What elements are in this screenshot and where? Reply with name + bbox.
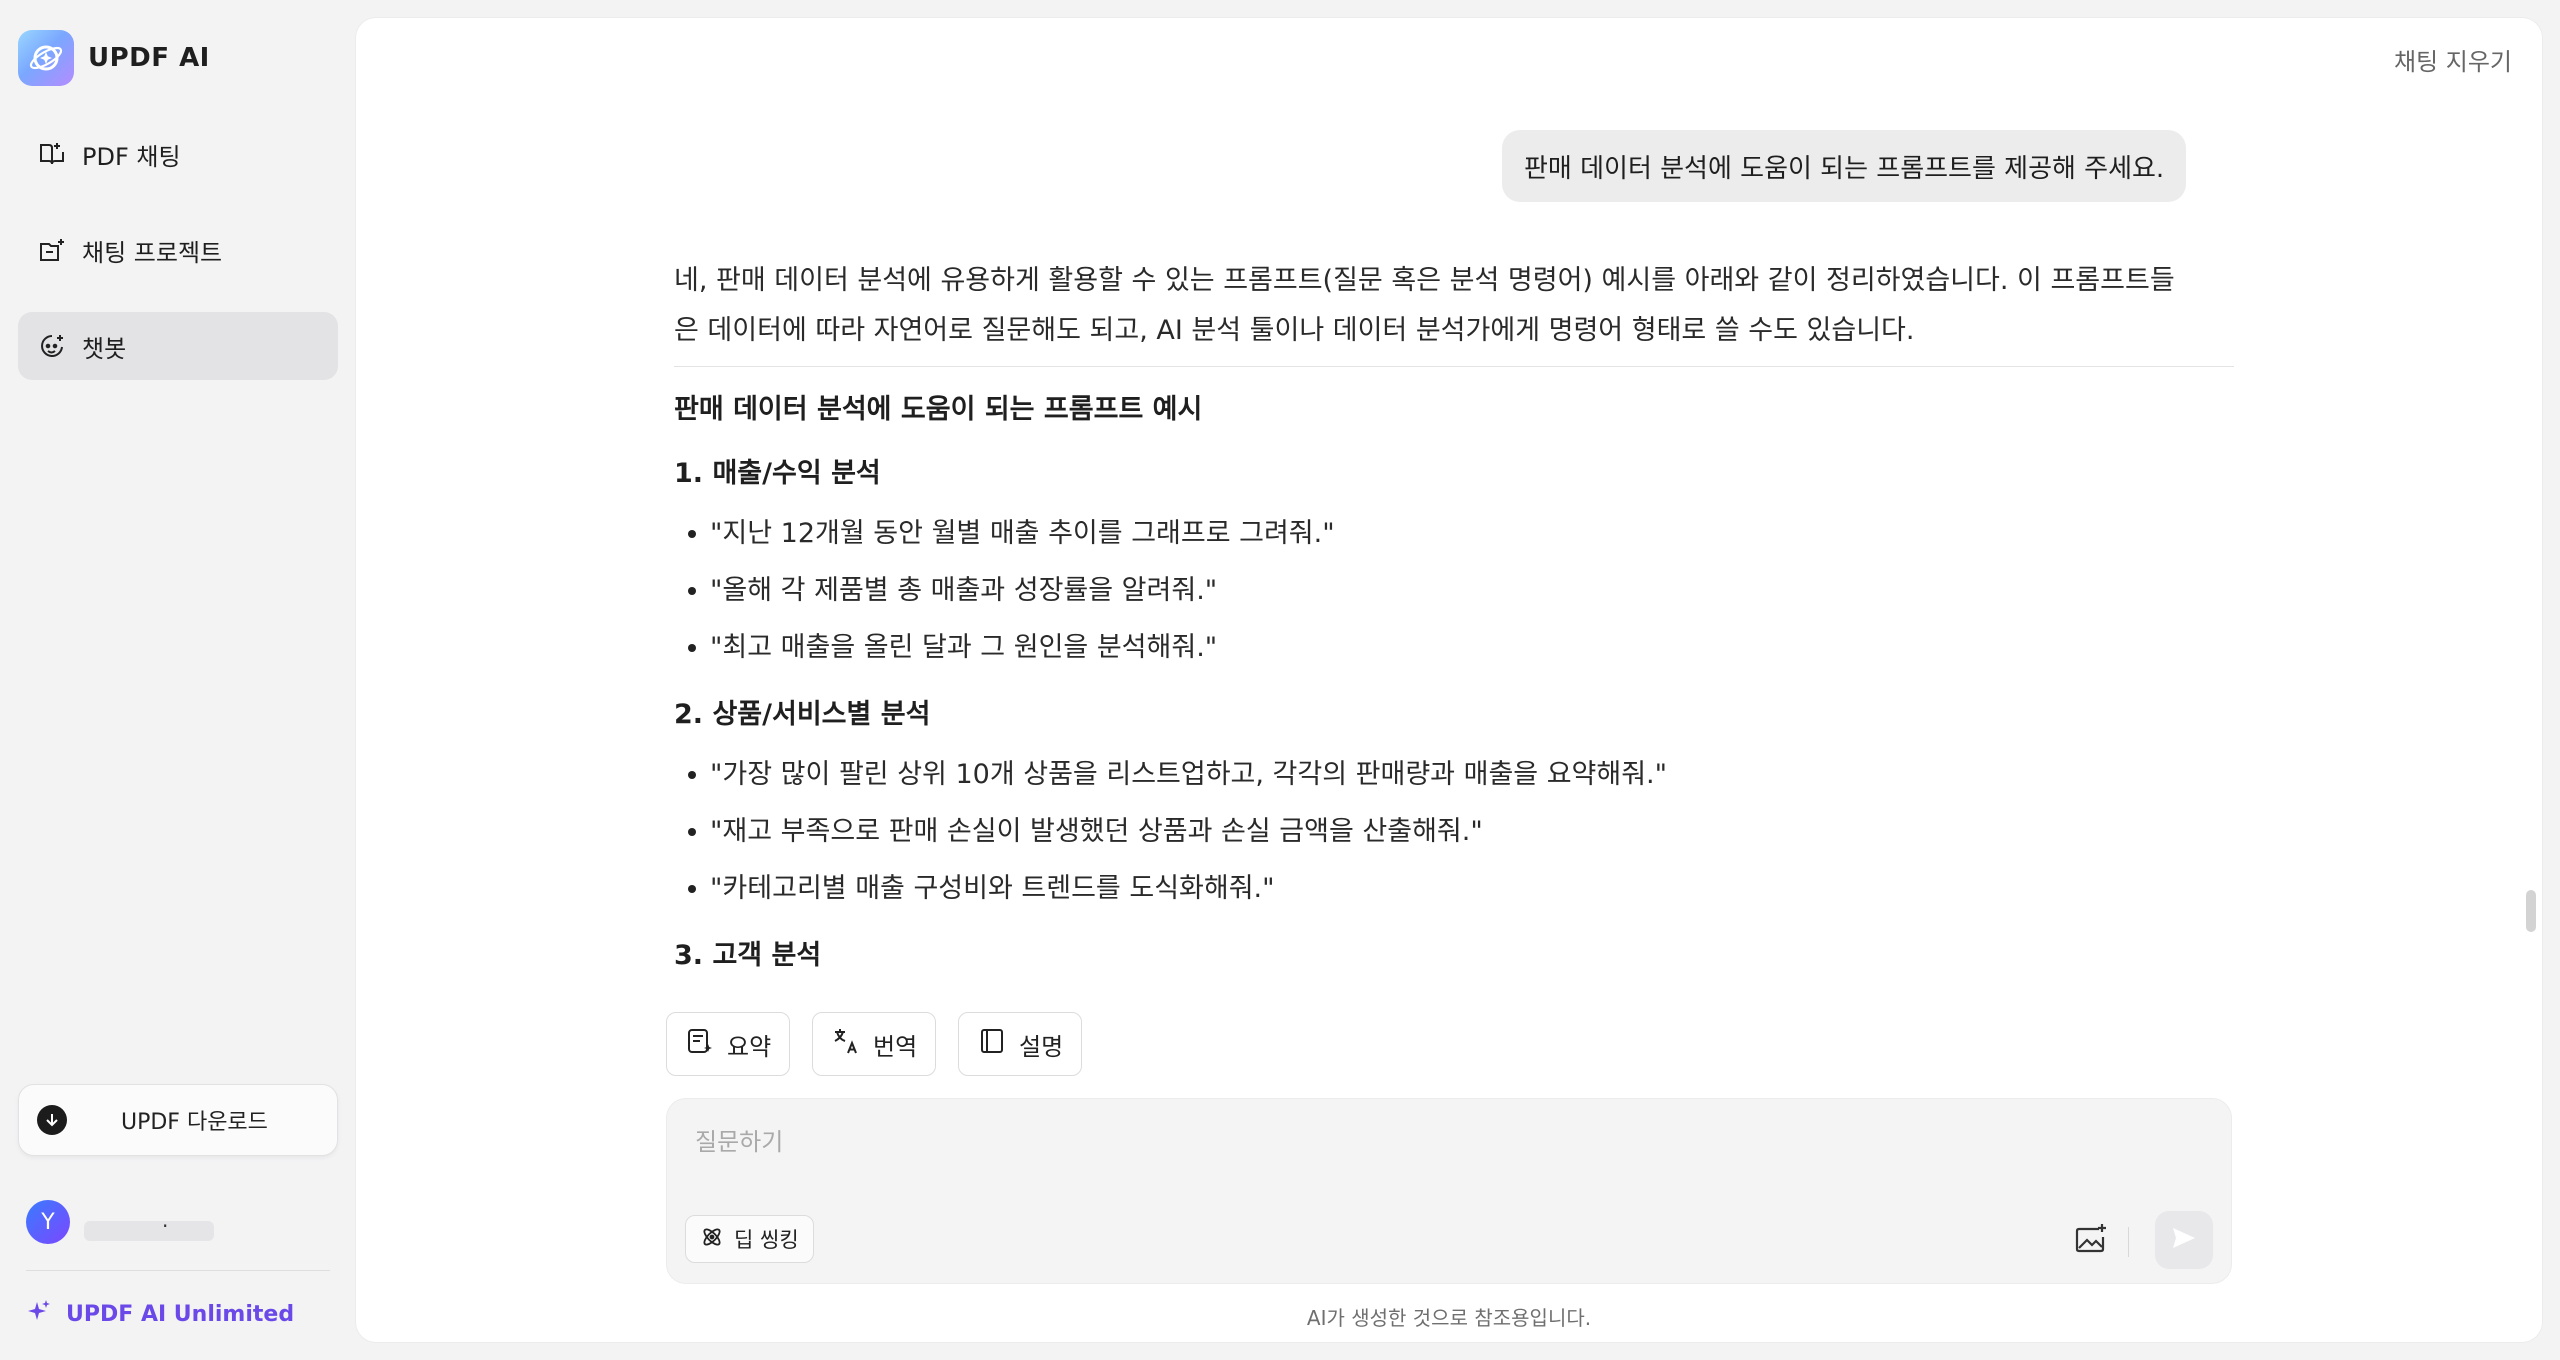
scrollbar-thumb[interactable] — [2526, 890, 2536, 932]
sidebar-item-label: 채팅 프로젝트 — [82, 238, 223, 267]
updf-ai-unlimited-link[interactable]: UPDF AI Unlimited — [26, 1298, 294, 1330]
section-heading: 3. 고객 분석 — [674, 940, 822, 971]
sidebar-item-pdf-chat[interactable]: PDF 채팅 — [18, 120, 338, 188]
list-item: "가장 많이 팔린 상위 10개 상품을 리스트업하고, 각각의 판매량과 매출… — [674, 746, 2234, 803]
answer-intro-line-2: 은 데이터에 따라 자연어로 질문해도 되고, AI 분석 툴이나 데이터 분석… — [674, 315, 1915, 346]
clear-chat-button[interactable]: 채팅 지우기 — [2394, 42, 2512, 77]
avatar: Y — [26, 1200, 70, 1244]
composer: 딥 씽킹 — [666, 1098, 2232, 1284]
summary-button[interactable]: 요약 — [666, 1012, 791, 1076]
list-item: "지난 12개월 동안 월별 매출 추이를 그래프로 그려줘." — [674, 505, 2234, 562]
bullet-dot-icon — [688, 827, 696, 836]
user-name-dot: . — [162, 1208, 169, 1232]
bullet-dot-icon — [688, 884, 696, 893]
ai-disclaimer: AI가 생성한 것으로 참조용입니다. — [1306, 1306, 1592, 1330]
list-item: "최고 매출을 올린 달과 그 원인을 분석해줘." — [674, 619, 2234, 676]
answer-intro-line-1: 네, 판매 데이터 분석에 유용하게 활용할 수 있는 프롬프트(질문 혹은 분… — [674, 265, 2175, 296]
answer-title: 판매 데이터 분석에 도움이 되는 프롬프트 예시 — [674, 394, 1203, 425]
sidebar: UPDF AI PDF 채팅 채팅 프로젝트 챗봇 UPDF 다운로드 Y . … — [0, 0, 354, 1360]
section-heading: 1. 매출/수익 분석 — [674, 458, 881, 489]
bullet-dot-icon — [688, 529, 696, 538]
sidebar-item-label: PDF 채팅 — [82, 142, 181, 171]
translate-icon — [831, 1026, 861, 1062]
sparkle-icon — [26, 1298, 52, 1330]
send-button[interactable] — [2155, 1211, 2213, 1269]
updf-ai-logo-icon — [18, 30, 74, 86]
image-plus-icon — [2073, 1221, 2109, 1261]
chat-panel: 채팅 지우기 판매 데이터 분석에 도움이 되는 프롬프트를 제공해 주세요. … — [356, 18, 2542, 1342]
bullet-dot-icon — [688, 643, 696, 652]
user-name-redacted — [84, 1221, 214, 1241]
list-item: "올해 각 제품별 총 매출과 성장률을 알려줘." — [674, 562, 2234, 619]
atom-icon — [700, 1225, 724, 1254]
user-message-bubble: 판매 데이터 분석에 도움이 되는 프롬프트를 제공해 주세요. — [1502, 130, 2187, 202]
bullet-dot-icon — [688, 586, 696, 595]
deep-thinking-toggle[interactable]: 딥 씽킹 — [685, 1215, 814, 1263]
book-open-icon — [36, 138, 68, 170]
section-heading: 2. 상품/서비스별 분석 — [674, 699, 931, 730]
image-upload-button[interactable] — [2071, 1221, 2111, 1261]
download-arrow-icon — [37, 1105, 67, 1135]
sidebar-item-label: 챗봇 — [82, 334, 127, 363]
list-item: "카테고리별 매출 구성비와 트렌드를 도식화해줘." — [674, 860, 2234, 917]
brand[interactable]: UPDF AI — [18, 30, 210, 86]
user-profile[interactable]: Y . — [26, 1200, 214, 1244]
updf-download-button[interactable]: UPDF 다운로드 — [18, 1084, 338, 1156]
bullet-dot-icon — [688, 770, 696, 779]
sidebar-divider — [26, 1270, 330, 1271]
composer-divider — [2128, 1227, 2129, 1257]
ai-answer: 네, 판매 데이터 분석에 유용하게 활용할 수 있는 프롬프트(질문 혹은 분… — [674, 256, 2234, 981]
translate-button[interactable]: 번역 — [812, 1012, 937, 1076]
explain-button[interactable]: 설명 — [958, 1012, 1083, 1076]
section-list: "가장 많이 팔린 상위 10개 상품을 리스트업하고, 각각의 판매량과 매출… — [674, 746, 2234, 917]
chatbot-icon — [36, 330, 68, 362]
sidebar-item-chatbot[interactable]: 챗봇 — [18, 312, 338, 380]
sidebar-item-chat-project[interactable]: 채팅 프로젝트 — [18, 216, 338, 284]
list-item: "재고 부족으로 판매 손실이 발생했던 상품과 손실 금액을 산출해줘." — [674, 803, 2234, 860]
brand-title: UPDF AI — [88, 43, 210, 73]
summary-icon — [685, 1026, 715, 1062]
folder-plus-icon — [36, 234, 68, 266]
send-icon — [2170, 1224, 2198, 1256]
section-list: "지난 12개월 동안 월별 매출 추이를 그래프로 그려줘." "올해 각 제… — [674, 505, 2234, 676]
answer-divider — [674, 366, 2234, 367]
question-input[interactable] — [693, 1119, 2097, 1165]
book-icon — [977, 1026, 1007, 1062]
